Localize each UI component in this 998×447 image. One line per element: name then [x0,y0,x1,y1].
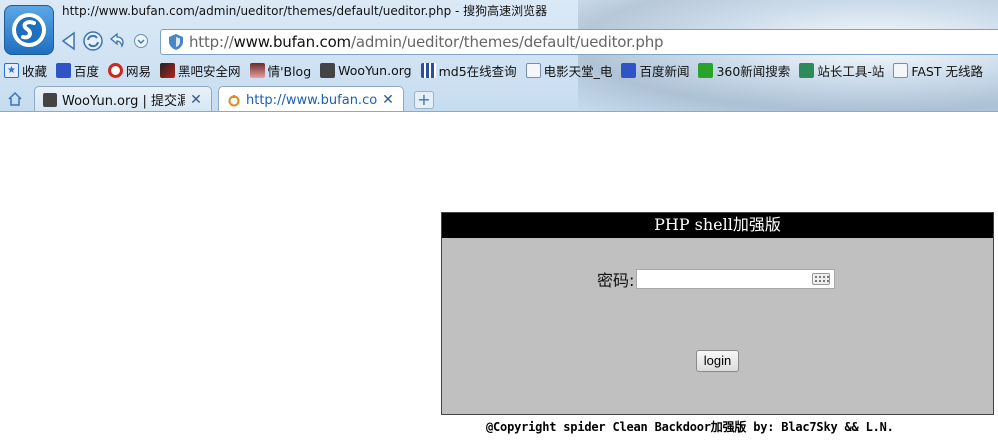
bookmark-label: 黑吧安全网 [178,63,241,79]
password-label: 密码: [597,271,635,290]
browser-chrome: http://www.bufan.com/admin/ueditor/theme… [0,0,998,112]
grid-icon [420,62,436,78]
bookmark-fast[interactable]: FAST 无线路 [893,61,983,80]
tab-wooyun[interactable]: WooYun.org | 提交漏 ✕ [34,86,212,111]
login-panel: PHP shell加强版 密码: login [441,212,994,415]
bookmarks-bar: ★ 收藏 百度 网易 黑吧安全网 情'Blog WooYun.org md5在线… [4,59,992,81]
avatar-icon [249,62,265,78]
bookmark-md5[interactable]: md5在线查询 [420,61,517,80]
keyboard-icon[interactable] [812,273,831,285]
url-host: www.bufan.com [233,33,352,51]
sogou-logo-button[interactable] [4,5,54,55]
bookmark-label: WooYun.org [338,62,412,78]
bookmark-baidu-news[interactable]: 百度新闻 [621,61,689,80]
security-shield-icon [169,34,183,50]
close-icon[interactable]: ✕ [381,93,395,107]
home-icon[interactable] [7,91,23,107]
netease-icon [108,62,124,78]
page-icon [893,62,909,78]
star-icon: ★ [4,62,19,78]
panel-title: PHP shell加强版 [442,213,993,238]
copyright-text: @Copyright spider Clean Backdoor加强版 by: … [486,420,894,434]
tab-label: WooYun.org | 提交漏 [62,94,185,109]
bookmark-favorites[interactable]: ★ 收藏 [4,61,47,80]
sogou-logo-icon [12,13,46,47]
navigation-buttons [58,28,152,54]
url-text: http://www.bufan.com/admin/ueditor/theme… [189,33,664,51]
bookmark-qing-blog[interactable]: 情'Blog [249,61,312,80]
bookmark-wooyun[interactable]: WooYun.org [320,62,412,78]
bookmark-chinaz[interactable]: 站长工具-站 [799,61,884,80]
bookmark-label: 360新闻搜索 [716,63,791,79]
bookmark-netease[interactable]: 网易 [108,61,151,80]
close-icon[interactable]: ✕ [189,93,203,107]
back-button[interactable] [58,28,80,54]
refresh-button[interactable] [82,28,104,54]
bookmark-label: FAST 无线路 [911,63,983,79]
login-button[interactable]: login [696,350,739,372]
bookmark-label: 网易 [126,63,152,79]
window-title: http://www.bufan.com/admin/ueditor/theme… [62,4,548,18]
bookmark-movie-heaven[interactable]: 电影天堂_电 [525,61,613,80]
bookmark-baidu[interactable]: 百度 [56,61,99,80]
bookmark-label: md5在线查询 [438,63,517,79]
chinaz-icon [799,62,815,78]
bookmark-label: 站长工具-站 [817,63,885,79]
password-row: 密码: [597,267,836,291]
history-dropdown-button[interactable] [130,28,152,54]
tab-strip: WooYun.org | 提交漏 ✕ http://www.bufan.com … [0,84,998,111]
tab-bufan[interactable]: http://www.bufan.com ✕ [218,86,404,111]
page-icon [525,62,541,78]
undo-icon [109,32,124,48]
url-path: /admin/ueditor/themes/default/ueditor.ph… [350,33,664,51]
wooyun-icon [43,92,57,107]
new-tab-button[interactable]: + [414,91,434,109]
wooyun-icon [320,62,336,78]
undo-close-button[interactable] [106,28,128,54]
bookmark-heiba[interactable]: 黑吧安全网 [160,61,241,80]
refresh-icon [83,31,103,51]
bookmark-label: 情'Blog [267,63,312,79]
chevron-down-icon [134,34,148,48]
baidu-paw-icon [56,62,72,78]
heiba-icon [160,62,176,78]
loading-icon [228,95,240,107]
password-input[interactable] [636,269,836,289]
baidu-paw-icon [621,62,637,78]
search-green-icon [698,62,714,78]
bookmark-label: 收藏 [22,63,48,79]
url-scheme: http:// [189,33,234,51]
bookmark-label: 百度 [74,63,100,79]
tab-label: http://www.bufan.com [246,92,377,108]
address-bar[interactable]: http://www.bufan.com/admin/ueditor/theme… [160,29,998,55]
bookmark-360-news[interactable]: 360新闻搜索 [698,61,790,80]
back-arrow-icon [61,31,75,51]
bookmark-label: 电影天堂_电 [543,63,613,79]
bookmark-label: 百度新闻 [639,63,690,79]
